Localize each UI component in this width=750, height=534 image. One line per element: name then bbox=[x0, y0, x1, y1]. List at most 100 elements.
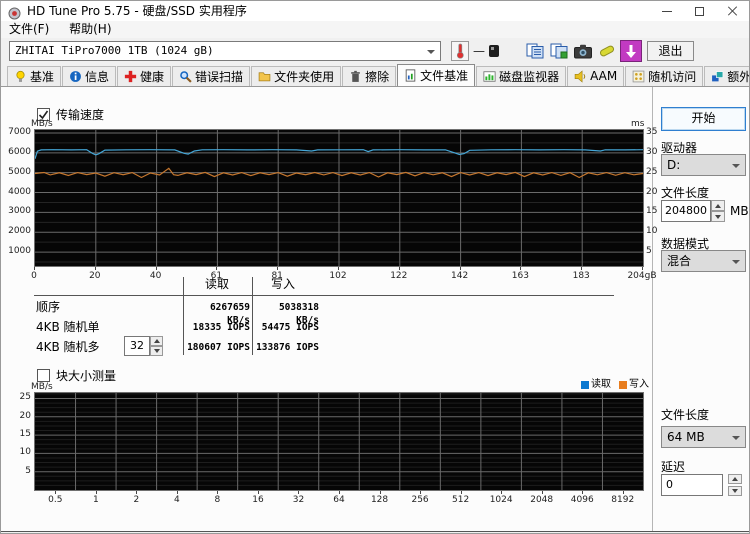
axis-tickmark bbox=[176, 491, 178, 494]
block-x-axis-tick: 128 bbox=[370, 495, 389, 505]
copy-icon bbox=[526, 43, 544, 59]
4k-single-read-value: 18335 IOPS bbox=[192, 322, 250, 333]
x-axis-tick: 20 bbox=[89, 271, 101, 281]
y-axis-tick-right: 25 bbox=[646, 166, 658, 177]
4k-multi-read-value: 180607 IOPS bbox=[187, 342, 250, 353]
toolbar: ZHITAI TiPro7000 1TB (1024 gB) — 退出 bbox=[1, 38, 749, 65]
legend-write-label: 写入 bbox=[629, 379, 649, 390]
4k-multi-write-value: 133876 IOPS bbox=[256, 342, 319, 353]
axis-tickmark bbox=[501, 491, 503, 494]
block-chart-legend: 读取 写入 bbox=[451, 379, 649, 390]
queue-depth-up-button[interactable] bbox=[150, 336, 163, 346]
exit-button[interactable]: 退出 bbox=[647, 41, 694, 61]
x-axis-tick: 204gB bbox=[627, 271, 657, 281]
tab-label: 擦除 bbox=[365, 69, 390, 84]
block-file-length-combo[interactable]: 64 MB bbox=[661, 426, 746, 448]
block-x-axis-tick: 0.5 bbox=[48, 495, 63, 505]
tab-info[interactable]: 信息 bbox=[62, 66, 117, 86]
row-sequential-label: 顺序 bbox=[36, 300, 61, 314]
start-button[interactable]: 开始 bbox=[661, 107, 746, 131]
copy-add-icon bbox=[550, 43, 568, 59]
menubar: 文件(F) 帮助(H) bbox=[1, 21, 749, 38]
download-update-button[interactable] bbox=[620, 40, 642, 62]
block-x-axis-tick: 2048 bbox=[530, 495, 554, 505]
tab-label: 文件夹使用 bbox=[274, 69, 335, 84]
delay-up-button[interactable] bbox=[728, 474, 742, 484]
drive-combo[interactable]: D: bbox=[661, 154, 746, 176]
drive-select-combo[interactable]: ZHITAI TiPro7000 1TB (1024 gB) bbox=[9, 41, 441, 61]
tab-disk-monitor[interactable]: 磁盘监视器 bbox=[476, 66, 567, 86]
down-arrow-icon bbox=[715, 214, 721, 219]
tab-label: 额外测试 bbox=[727, 69, 750, 84]
block-x-axis-tick: 4096 bbox=[570, 495, 594, 505]
axis-tickmark bbox=[338, 267, 339, 270]
close-button[interactable] bbox=[716, 1, 749, 21]
axis-tickmark bbox=[94, 267, 96, 270]
delay-input[interactable]: 0 bbox=[661, 474, 723, 496]
block-y-axis-tick: 25 bbox=[19, 392, 31, 403]
data-mode-combo[interactable]: 混合 bbox=[661, 250, 746, 272]
block-y-axis-unit: MB/s bbox=[31, 382, 53, 392]
delay-down-button[interactable] bbox=[728, 486, 742, 496]
tab-benchmark[interactable]: 基准 bbox=[7, 66, 62, 86]
copy-screenshot-button[interactable] bbox=[524, 40, 546, 62]
copy-text-button[interactable] bbox=[548, 40, 570, 62]
transfer-speed-chart bbox=[34, 129, 644, 267]
minimize-button[interactable] bbox=[650, 1, 683, 21]
tab-extra-tests[interactable]: 额外测试 bbox=[704, 66, 750, 86]
tab-error-scan[interactable]: 错误扫描 bbox=[172, 66, 251, 86]
block-x-axis-tick: 64 bbox=[333, 495, 345, 505]
x-axis-tick: 0 bbox=[31, 271, 37, 281]
tab-health[interactable]: 健康 bbox=[117, 66, 172, 86]
temperature-button[interactable] bbox=[451, 41, 469, 61]
save-results-button[interactable] bbox=[596, 40, 618, 62]
legend-read: 读取 bbox=[581, 379, 611, 390]
axis-tickmark bbox=[55, 491, 57, 494]
y-axis-tick-right: 35 bbox=[646, 126, 658, 137]
4k-single-write-value: 54475 IOPS bbox=[261, 322, 319, 333]
tab-folder-usage[interactable]: 文件夹使用 bbox=[251, 66, 342, 86]
axis-tickmark bbox=[642, 267, 643, 270]
file-length-up-button[interactable] bbox=[711, 200, 725, 211]
y-axis-tick-right: 5 bbox=[646, 246, 652, 257]
file-length-spinner[interactable]: 204800 bbox=[661, 200, 725, 222]
queue-depth-down-button[interactable] bbox=[150, 346, 163, 356]
maximize-button[interactable] bbox=[683, 1, 716, 21]
queue-depth-value[interactable]: 32 bbox=[124, 336, 150, 356]
queue-depth-spinner[interactable]: 32 bbox=[124, 336, 163, 356]
axis-tickmark bbox=[459, 267, 461, 270]
block-size-label: 块大小测量 bbox=[56, 369, 117, 383]
down-arrow-icon bbox=[153, 349, 160, 353]
x-axis-tick: 163 bbox=[511, 271, 529, 281]
axis-tickmark bbox=[398, 267, 400, 270]
tab-file-benchmark[interactable]: 文件基准 bbox=[397, 64, 476, 86]
tab-aam[interactable]: AAM bbox=[567, 66, 625, 86]
menu-file[interactable]: 文件(F) bbox=[1, 21, 57, 38]
file-length-value[interactable]: 204800 bbox=[661, 200, 711, 222]
block-y-axis-tick: 5 bbox=[25, 465, 31, 476]
y-axis-tick-left: 7000 bbox=[8, 126, 31, 137]
write-swatch bbox=[619, 380, 627, 389]
window-title: HD Tune Pro 5.75 - 硬盘/SSD 实用程序 bbox=[27, 4, 247, 18]
x-axis-tick: 183 bbox=[572, 271, 590, 281]
drive-temp-status-icon bbox=[488, 43, 500, 62]
transfer-speed-label: 传输速度 bbox=[56, 108, 105, 122]
tab-erase[interactable]: 擦除 bbox=[342, 66, 397, 86]
chevron-down-icon bbox=[732, 164, 740, 168]
axis-tickmark bbox=[460, 491, 462, 494]
menu-help[interactable]: 帮助(H) bbox=[61, 21, 119, 38]
block-y-axis-tick: 10 bbox=[19, 447, 31, 458]
block-x-axis-tick: 256 bbox=[411, 495, 429, 505]
thermometer-icon bbox=[456, 43, 464, 59]
y-axis-tick-right: 20 bbox=[646, 186, 658, 197]
screenshot-button[interactable] bbox=[572, 40, 594, 62]
file-length-down-button[interactable] bbox=[711, 211, 725, 222]
app-icon bbox=[8, 5, 21, 19]
tab-random-access[interactable]: 随机访问 bbox=[625, 66, 704, 86]
axis-tickmark bbox=[582, 491, 584, 494]
y-axis-tick-right: 10 bbox=[646, 226, 658, 237]
table-header-divider bbox=[34, 295, 614, 296]
axis-tickmark bbox=[622, 491, 624, 494]
block-size-checkbox[interactable] bbox=[37, 369, 50, 382]
drive-label: 驱动器 bbox=[661, 141, 698, 155]
